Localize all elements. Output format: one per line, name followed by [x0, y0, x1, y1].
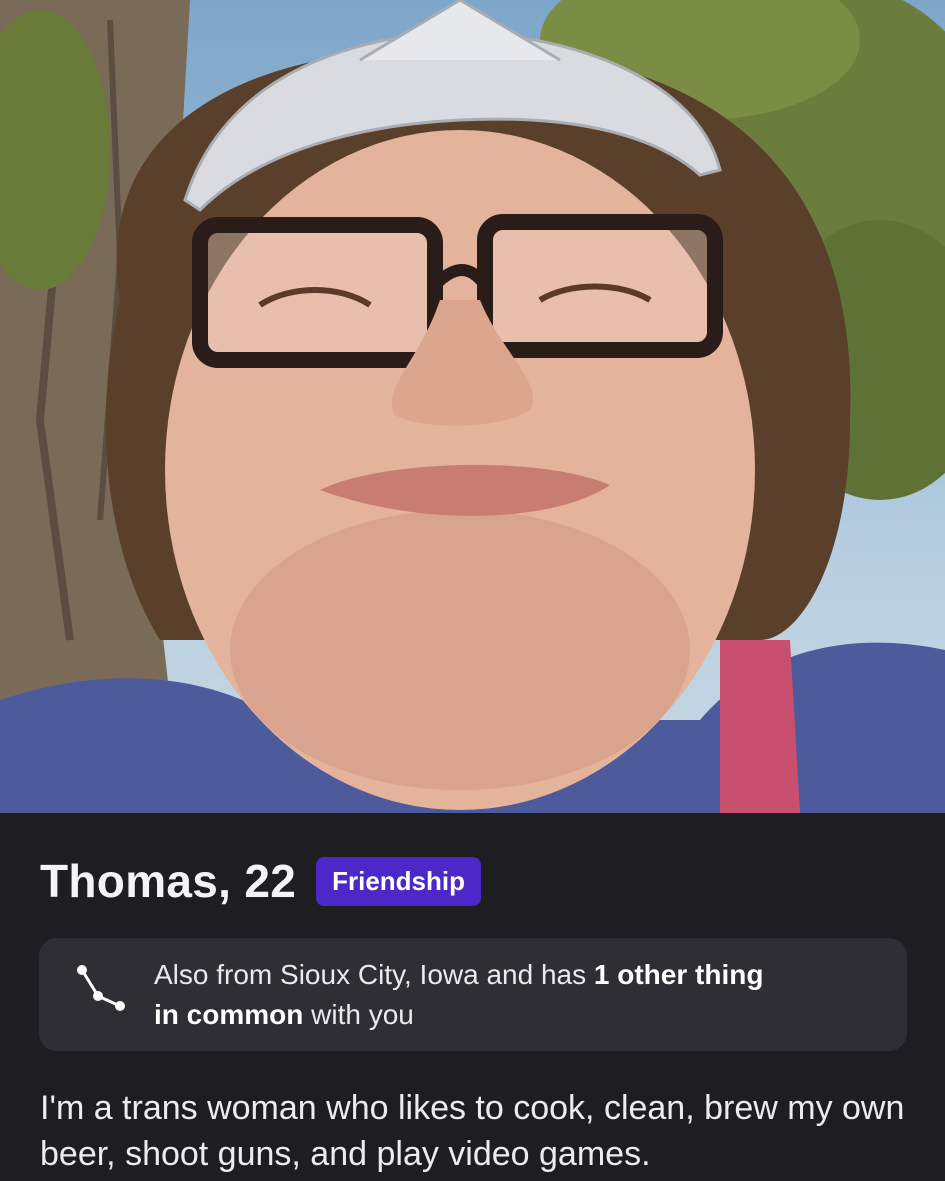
in-common-text: Also from Sioux City, Iowa and has 1 oth…: [154, 955, 874, 1035]
intent-badge[interactable]: Friendship: [316, 856, 481, 906]
profile-photo-illustration: [0, 0, 945, 813]
in-common-text-bold2: in common: [154, 999, 304, 1030]
profile-name-age: Thomas, 22: [40, 855, 297, 907]
profile-header: Thomas, 22 Friendship: [40, 852, 481, 910]
profile-bio: I'm a trans woman who likes to cook, cle…: [40, 1089, 905, 1173]
in-common-text-pre: Also from Sioux City, Iowa and has: [154, 959, 594, 990]
constellation-icon: [77, 965, 125, 1011]
profile-photo[interactable]: [0, 0, 945, 813]
in-common-text-post: with you: [303, 999, 414, 1030]
in-common-text-bold1: 1 other thing: [593, 959, 764, 990]
